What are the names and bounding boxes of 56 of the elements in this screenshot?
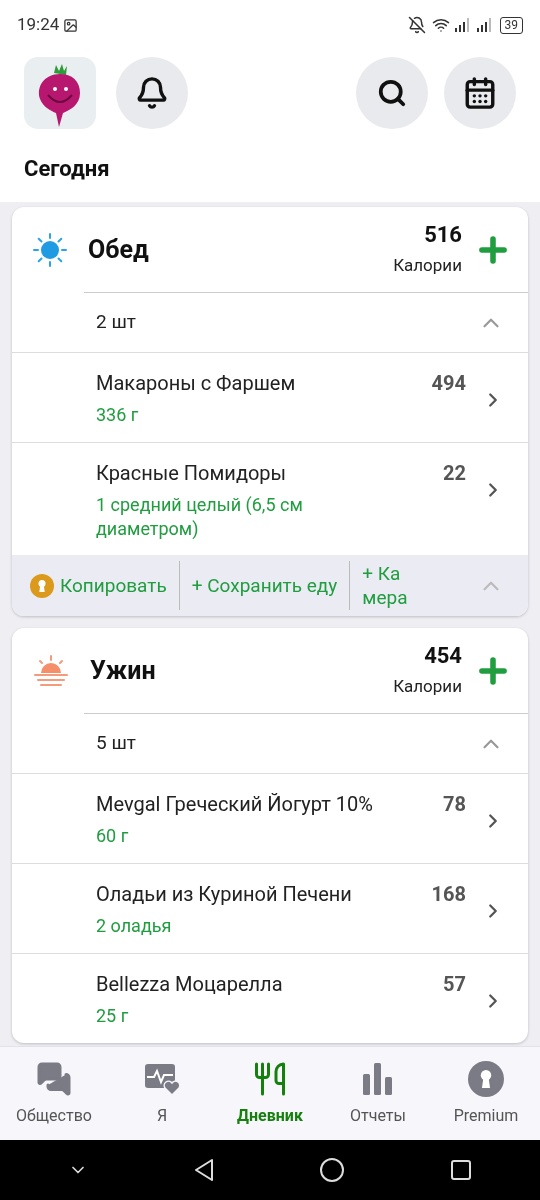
nav-tab[interactable]: Я: [108, 1059, 216, 1128]
food-name: Макароны с Фаршем: [96, 370, 297, 397]
food-row[interactable]: Mevgal Греческий Йогурт 10% 60 г 78: [12, 774, 528, 863]
food-calories: 57: [443, 971, 466, 998]
food-name: Оладьи из Куриной Печени: [96, 881, 353, 908]
calendar-icon: [463, 75, 497, 110]
item-count-toggle[interactable]: 2 шт: [12, 293, 528, 352]
battery-indicator: 39: [499, 16, 523, 34]
date-title: Сегодня: [24, 155, 110, 183]
meal-title: Ужин: [90, 654, 157, 687]
bell-off-icon: [407, 16, 426, 34]
calorie-label: Калории: [393, 253, 462, 277]
food-name: Mevgal Греческий Йогурт 10%: [96, 791, 374, 818]
keyhole-icon: [30, 573, 54, 598]
sunset-icon: [32, 652, 70, 689]
status-time: 19:24: [17, 13, 60, 37]
nav-tab[interactable]: Premium: [432, 1059, 540, 1128]
food-amount: 60 г: [96, 824, 130, 848]
keyhole-icon: [468, 1060, 504, 1097]
calorie-total: 516: [424, 220, 462, 249]
chat-icon: [36, 1060, 72, 1097]
food-calories: 168: [431, 881, 466, 908]
home-icon[interactable]: [319, 1157, 346, 1183]
back-icon[interactable]: [192, 1158, 215, 1182]
food-calories: 22: [443, 460, 466, 487]
bar-chart-icon: [362, 1061, 394, 1096]
wifi-icon: [431, 16, 450, 34]
signal-icon: [475, 17, 494, 33]
item-count-toggle[interactable]: 5 шт: [12, 714, 528, 773]
food-calories: 494: [431, 370, 466, 397]
sun-icon: [32, 231, 68, 268]
recents-icon[interactable]: [449, 1159, 472, 1181]
food-amount: 1 средний целый (6,5 см диаметром): [96, 493, 304, 541]
calorie-label: Калории: [393, 674, 462, 698]
search-icon: [377, 77, 407, 108]
food-name: Bellezza Моцарелла: [96, 971, 284, 998]
food-name: Красные Помидоры: [96, 460, 288, 487]
beet-logo-icon[interactable]: [24, 56, 96, 129]
calorie-total: 454: [424, 641, 462, 670]
meal-title: Обед: [88, 233, 150, 266]
nav-tab[interactable]: Дневник: [216, 1059, 324, 1128]
nav-tab[interactable]: Отчеты: [324, 1059, 432, 1128]
signal-icon: [453, 17, 472, 33]
image-icon: [63, 17, 79, 33]
food-row[interactable]: Макароны с Фаршем 336 г 494: [12, 353, 528, 442]
food-amount: 336 г: [96, 403, 140, 427]
food-row[interactable]: Bellezza Моцарелла 25 г 57: [12, 954, 528, 1043]
food-amount: 2 оладья: [96, 914, 173, 938]
heart-monitor-icon: [143, 1061, 181, 1096]
fork-knife-icon: [252, 1060, 288, 1097]
food-row[interactable]: Оладьи из Куриной Печени 2 оладья 168: [12, 864, 528, 953]
nav-tab[interactable]: Общество: [0, 1059, 108, 1128]
bell-icon: [135, 75, 169, 110]
food-amount: 25 г: [96, 1004, 130, 1028]
food-row[interactable]: Красные Помидоры 1 средний целый (6,5 см диаметром) 22: [12, 443, 528, 555]
food-calories: 78: [443, 791, 466, 818]
